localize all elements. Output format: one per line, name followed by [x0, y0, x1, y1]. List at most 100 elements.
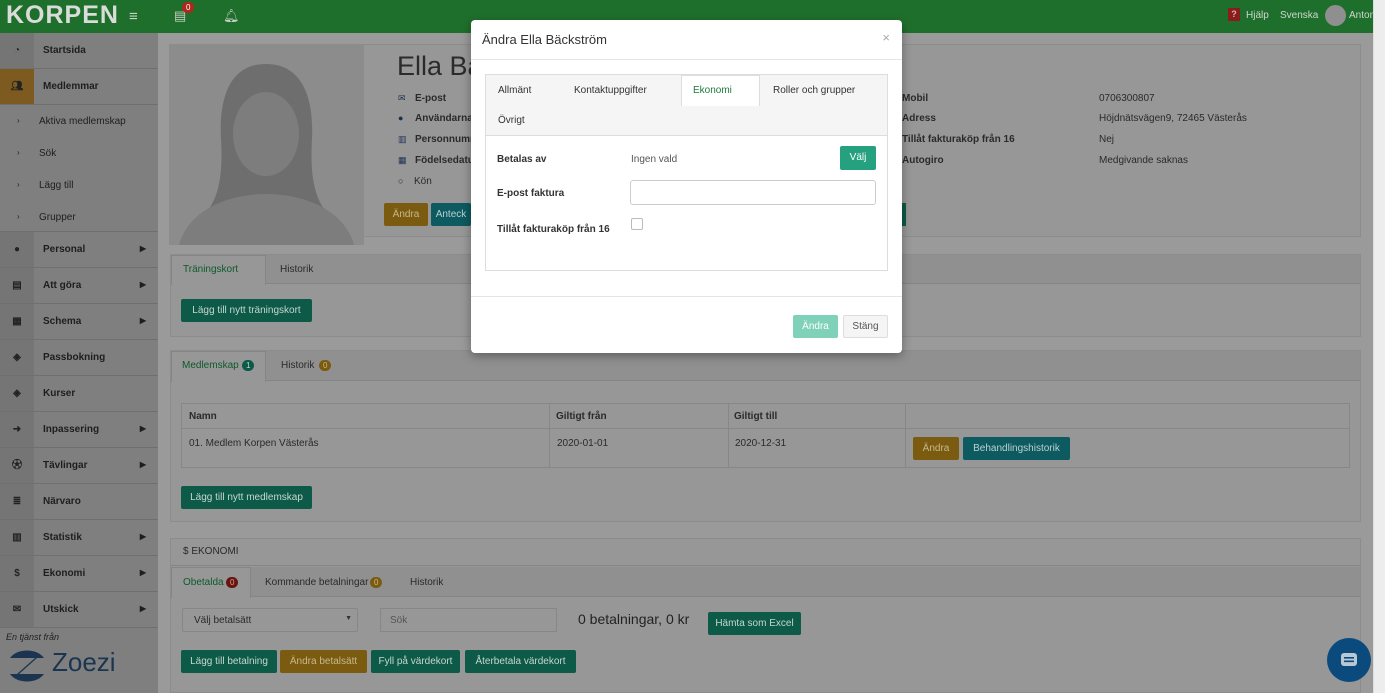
chevron-right-icon: ›: [17, 212, 20, 221]
tab-obetalda-label[interactable]: Obetalda: [183, 577, 224, 588]
zoezi-brand: Zoezi: [52, 647, 116, 677]
sidebar-item-kurser[interactable]: ◈ Kurser: [0, 376, 158, 412]
sidebar-subitem-label: Aktiva medlemskap: [39, 116, 126, 127]
column-divider: [728, 404, 729, 467]
field-label-username: Användarna: [415, 113, 473, 124]
edit-profile-button[interactable]: Ändra: [384, 203, 428, 226]
caret-right-icon: ▶: [139, 604, 146, 613]
tab-traningskort-label[interactable]: Träningskort: [183, 264, 238, 275]
tab-roller-och-grupper[interactable]: Roller och grupper: [773, 85, 855, 96]
sidebar-item-att-gora[interactable]: ▤ Att göra ▶: [0, 268, 158, 304]
envelope-icon: ✉: [398, 93, 406, 103]
treatment-history-button[interactable]: Behandlingshistorik: [963, 437, 1070, 460]
chat-icon: [1341, 653, 1357, 666]
bar-chart-icon: ▥: [0, 520, 34, 555]
help-icon[interactable]: ?: [1228, 8, 1240, 21]
bell-icon[interactable]: 🔔︎: [223, 8, 240, 24]
birthday-icon: ▦: [398, 155, 407, 165]
sidebar-item-ekonomi[interactable]: $ Ekonomi ▶: [0, 556, 158, 592]
caret-right-icon: ▶: [139, 244, 146, 253]
fill-value-card-button[interactable]: Fyll på värdekort: [371, 650, 460, 673]
tab-kommande-label[interactable]: Kommande betalningar: [265, 577, 368, 588]
page-scrollbar[interactable]: [1373, 0, 1385, 693]
list-icon: ▤: [0, 268, 34, 303]
sidebar-subitem-aktiva[interactable]: › Aktiva medlemskap: [0, 105, 158, 137]
sidebar-item-utskick[interactable]: ✉ Utskick ▶: [0, 592, 158, 628]
help-link[interactable]: Hjälp: [1246, 10, 1269, 21]
caret-down-icon: ▼: [345, 615, 352, 622]
user-avatar[interactable]: [1325, 5, 1346, 26]
add-training-card-button[interactable]: Lägg till nytt träningskort: [181, 299, 312, 322]
modal-tab-content: Betalas av Ingen vald Välj E-post faktur…: [485, 135, 888, 271]
email-invoice-label: E-post faktura: [497, 188, 565, 199]
caret-right-icon: ▶: [139, 568, 146, 577]
save-button[interactable]: Ändra: [793, 315, 838, 338]
edit-member-modal: Ändra Ella Bäckström × Allmänt Kontaktup…: [471, 20, 902, 353]
sidebar-item-narvaro[interactable]: ≣ Närvaro: [0, 484, 158, 520]
sidebar-item-label: Inpassering: [43, 424, 100, 435]
close-button[interactable]: Stäng: [843, 315, 888, 338]
search-input[interactable]: Sök: [380, 608, 557, 632]
sidebar-item-label: Schema: [43, 316, 82, 327]
tab-historik-label[interactable]: Historik: [410, 577, 443, 588]
modal-title: Ändra Ella Bäckström: [482, 32, 607, 47]
tab-allmant[interactable]: Allmänt: [498, 85, 531, 96]
sidebar-item-medlemmar[interactable]: 👥︎ Medlemmar: [0, 69, 158, 105]
field-label-invoice-16: Tillåt fakturaköp från 16: [902, 134, 1015, 145]
user-name[interactable]: Anton: [1349, 10, 1373, 21]
payment-method-value: Välj betalsätt: [194, 615, 252, 626]
sidebar-item-statistik[interactable]: ▥ Statistik ▶: [0, 520, 158, 556]
email-invoice-field[interactable]: [630, 180, 876, 205]
sidebar-subitem-grupper[interactable]: › Grupper: [0, 201, 158, 232]
table-cell-to: 2020-12-31: [735, 438, 787, 449]
language-selector[interactable]: Svenska: [1280, 10, 1318, 21]
user-icon: ●: [0, 232, 34, 267]
barcode-icon: ▥: [398, 134, 407, 144]
sidebar-subitem-label: Lägg till: [39, 180, 74, 191]
edit-membership-button[interactable]: Ändra: [913, 437, 959, 460]
tab-ovrigt[interactable]: Övrigt: [498, 115, 525, 126]
sidebar-item-tavlingar[interactable]: ⚽︎ Tävlingar ▶: [0, 448, 158, 484]
sidebar-subitem-lagg-till[interactable]: › Lägg till: [0, 169, 158, 201]
menu-icon[interactable]: ≡: [129, 8, 138, 25]
sidebar-item-label: Ekonomi: [43, 568, 86, 579]
refund-value-card-button[interactable]: Återbetala värdekort: [465, 650, 576, 673]
payment-method-select[interactable]: Välj betalsätt ▼: [182, 608, 358, 632]
tab-historik-label[interactable]: Historik: [280, 264, 313, 275]
sidebar-item-inpassering[interactable]: ➜ Inpassering ▶: [0, 412, 158, 448]
economy-header: [171, 539, 1360, 566]
export-excel-button[interactable]: Hämta som Excel: [708, 612, 801, 635]
field-label-mobile: Mobil: [902, 93, 929, 104]
change-payment-method-button[interactable]: Ändra betalsätt: [280, 650, 367, 673]
add-membership-button[interactable]: Lägg till nytt medlemskap: [181, 486, 312, 509]
allow-invoice-checkbox[interactable]: [631, 218, 643, 230]
field-label-autogiro: Autogiro: [902, 155, 944, 166]
close-icon[interactable]: ×: [882, 30, 890, 45]
korpen-logo[interactable]: KORPEN: [6, 1, 119, 30]
notes-button[interactable]: Anteck: [431, 203, 471, 226]
list-icon: ≣: [0, 484, 34, 519]
tab-medlemskap-label[interactable]: Medlemskap: [182, 360, 239, 371]
field-value-address: Höjdnätsvägen9, 72465 Västerås: [1099, 113, 1247, 124]
sidebar-item-label: Närvaro: [43, 496, 81, 507]
sidebar-item-label: Att göra: [43, 280, 82, 291]
sidebar-item-personal[interactable]: ● Personal ▶: [0, 232, 158, 268]
sidebar-item-startsida[interactable]: ◔ Startsida: [0, 33, 158, 69]
tab-ekonomi-label[interactable]: Ekonomi: [693, 85, 732, 96]
circle-icon: ○: [398, 176, 404, 186]
sidebar-subitem-sok[interactable]: › Sök: [0, 137, 158, 169]
choose-payer-button[interactable]: Välj: [840, 146, 876, 170]
profile-photo: [169, 44, 364, 245]
zoezi-logo-icon: [7, 646, 47, 686]
column-header-namn: Namn: [189, 411, 217, 422]
sidebar-item-schema[interactable]: ▦ Schema ▶: [0, 304, 158, 340]
chat-button[interactable]: [1327, 638, 1371, 682]
field-label-gender: Kön: [414, 176, 432, 187]
profile-action-button-edge[interactable]: [902, 203, 906, 226]
tab-historik-label[interactable]: Historik: [281, 360, 314, 371]
table-cell-name: 01. Medlem Korpen Västerås: [189, 438, 319, 449]
tab-kontaktuppgifter[interactable]: Kontaktuppgifter: [574, 85, 647, 96]
chevron-right-icon: ›: [17, 180, 20, 189]
add-payment-button[interactable]: Lägg till betalning: [181, 650, 277, 673]
sidebar-item-passbokning[interactable]: ◈ Passbokning: [0, 340, 158, 376]
